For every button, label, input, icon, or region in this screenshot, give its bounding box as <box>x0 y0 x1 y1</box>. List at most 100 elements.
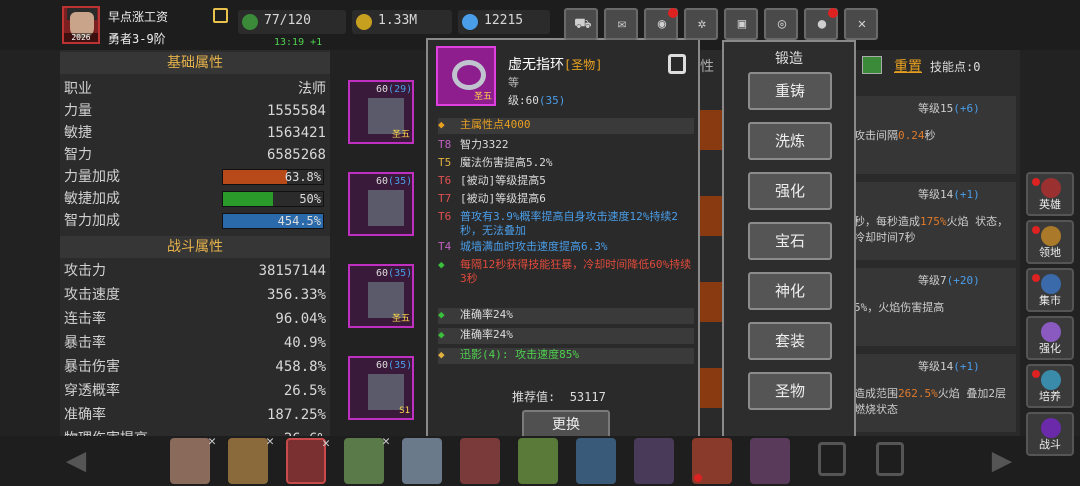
attr-value: 38157144 <box>258 263 326 279</box>
skill-card[interactable]: 等级7(+20) 5%，火焰伤害提高 <box>852 268 1016 346</box>
basic-attr-row: 智力 6585268 <box>64 144 326 166</box>
skill-desc: 秒，每秒造成175%火焰 状态，冷却时间7秒 <box>854 214 1014 246</box>
basic-attr-row: 敏捷 1563421 <box>64 122 326 144</box>
item-attr-line: T7 [被动]等级提高6 <box>438 192 694 208</box>
attr-name: 力量加成 <box>64 169 120 185</box>
skill-desc-value: 262.5% <box>898 387 938 400</box>
item-attr-line: ◆ 迅影(4): 攻击速度85% <box>438 348 694 364</box>
lock-icon[interactable] <box>668 54 686 74</box>
attr-name: 穿透概率 <box>64 383 120 399</box>
item-attr-line: ◆ 准确率24% <box>438 328 694 344</box>
slot-level-value: 60 <box>376 360 389 371</box>
tab-partial[interactable]: 性 <box>700 56 714 76</box>
remove-icon[interactable]: ✕ <box>382 434 390 449</box>
skill-desc-text: 5%，火焰伤害提高 <box>854 301 945 314</box>
sidenav-4[interactable]: 培养 <box>1026 364 1074 408</box>
lock-slot-icon[interactable] <box>818 442 846 476</box>
attr-text: 智力3322 <box>460 138 509 151</box>
video-icon[interactable] <box>862 56 882 74</box>
mail-button[interactable]: ✉ <box>604 8 638 40</box>
gift-button[interactable]: ▣ <box>724 8 758 40</box>
player-avatar[interactable]: 2026 <box>62 6 100 44</box>
cart-button[interactable]: ⛟ <box>564 8 598 40</box>
skill-level: 等级7(+20) <box>918 272 980 288</box>
hero-portrait[interactable] <box>518 438 558 484</box>
hero-portrait[interactable]: ✕ <box>170 434 216 484</box>
wheel-icon: ◎ <box>777 16 787 32</box>
forge-menu: 锻造 重铸 洗炼 强化 宝石 神化 套装 圣物 <box>722 40 856 446</box>
sidenav-5[interactable]: 战斗 <box>1026 412 1074 456</box>
gear-icon: ✲ <box>697 16 707 32</box>
hero-portrait[interactable] <box>460 438 500 484</box>
gamepad-button[interactable]: ◉ <box>644 8 678 40</box>
slot-level: 60(35) <box>376 268 412 279</box>
forge-button[interactable]: 重铸 <box>748 72 832 110</box>
edit-icon[interactable] <box>213 8 228 23</box>
item-label: 等 <box>508 76 519 89</box>
lock-slot-icon[interactable] <box>876 442 904 476</box>
next-arrow-icon[interactable]: ▶ <box>982 440 1022 480</box>
forge-button[interactable]: 强化 <box>748 172 832 210</box>
combat-attr-row: 攻击速度 356.33% <box>64 284 326 306</box>
notification-dot <box>1032 274 1040 282</box>
sidenav-0[interactable]: 英雄 <box>1026 172 1074 216</box>
remove-icon[interactable]: ✕ <box>322 436 330 451</box>
basic-attr-row: 职业 法师 <box>64 78 326 100</box>
skill-level: 等级15(+6) <box>918 100 980 116</box>
hero-portrait[interactable]: ✕ <box>228 434 274 484</box>
attr-name: 智力加成 <box>64 213 120 229</box>
attr-name: 攻击速度 <box>64 287 120 303</box>
wheel-button[interactable]: ◎ <box>764 8 798 40</box>
reset-link[interactable]: 重置 <box>894 56 922 76</box>
combat-attr-row: 连击率 96.04% <box>64 308 326 330</box>
hero-portrait[interactable] <box>692 438 732 484</box>
skill-card[interactable]: 等级14(+1) 造成范围262.5%火焰 叠加2层燃烧状态 <box>852 354 1016 432</box>
gem-counter[interactable]: 12215 <box>458 10 550 34</box>
sidenav-label: 强化 <box>1039 342 1061 355</box>
hero-portrait[interactable] <box>402 438 442 484</box>
prev-arrow-icon[interactable]: ◀ <box>56 440 96 480</box>
ring-icon <box>452 60 486 90</box>
skill-card[interactable]: 等级14(+1) 秒，每秒造成175%火焰 状态，冷却时间7秒 <box>852 182 1016 260</box>
skill-card[interactable]: 等级15(+6) 攻击间隔0.24秒 <box>852 96 1016 174</box>
sidenav-label: 培养 <box>1039 390 1061 403</box>
gold-counter[interactable]: 1.33M <box>352 10 452 34</box>
hero-portrait[interactable]: ✕ <box>344 434 390 484</box>
combat-attr-row: 攻击力 38157144 <box>64 260 326 282</box>
score-label: 推荐值: <box>512 390 556 404</box>
attr-name: 敏捷 <box>64 125 92 141</box>
forge-button[interactable]: 套装 <box>748 322 832 360</box>
hero-portrait[interactable] <box>576 438 616 484</box>
sidenav-2[interactable]: 集市 <box>1026 268 1074 312</box>
swords-icon: ✕ <box>857 16 867 32</box>
game-screen: 2026 早点涨工资 勇者3-9阶 77/120 1.33M 12215 13:… <box>0 0 1080 486</box>
forge-button[interactable]: 神化 <box>748 272 832 310</box>
hero-portrait[interactable]: ✕ <box>286 436 330 484</box>
sidenav-icon <box>1041 322 1061 342</box>
gem-value: 12215 <box>484 13 524 28</box>
equipment-slot[interactable]: 60(35) 圣五 <box>348 264 414 328</box>
equipment-slot[interactable]: 60(35) S1 <box>348 356 414 420</box>
score-value: 53117 <box>569 390 606 404</box>
bonus-value: 454.5% <box>277 214 321 228</box>
forge-button[interactable]: 洗炼 <box>748 122 832 160</box>
sidenav-1[interactable]: 领地 <box>1026 220 1074 264</box>
basic-attr-row: 力量 1555584 <box>64 100 326 122</box>
hero-portrait[interactable] <box>750 438 790 484</box>
forge-button[interactable]: 圣物 <box>748 372 832 410</box>
equipment-slot[interactable]: 60(29) 圣五 <box>348 80 414 144</box>
skill-level-text: 等级7 <box>918 274 947 287</box>
skill-level-text: 等级15 <box>918 102 954 115</box>
item-attr-line: ◆ 准确率24% <box>438 308 694 324</box>
forge-button[interactable]: 宝石 <box>748 222 832 260</box>
gear-button[interactable]: ✲ <box>684 8 718 40</box>
energy-counter[interactable]: 77/120 <box>238 10 346 34</box>
hero-portrait[interactable] <box>634 438 674 484</box>
bomb-button[interactable]: ● <box>804 8 838 40</box>
attr-name: 攻击力 <box>64 263 106 279</box>
remove-icon[interactable]: ✕ <box>208 434 216 449</box>
remove-icon[interactable]: ✕ <box>266 434 274 449</box>
swords-button[interactable]: ✕ <box>844 8 878 40</box>
equipment-slot[interactable]: 60(35) <box>348 172 414 236</box>
sidenav-3[interactable]: 强化 <box>1026 316 1074 360</box>
